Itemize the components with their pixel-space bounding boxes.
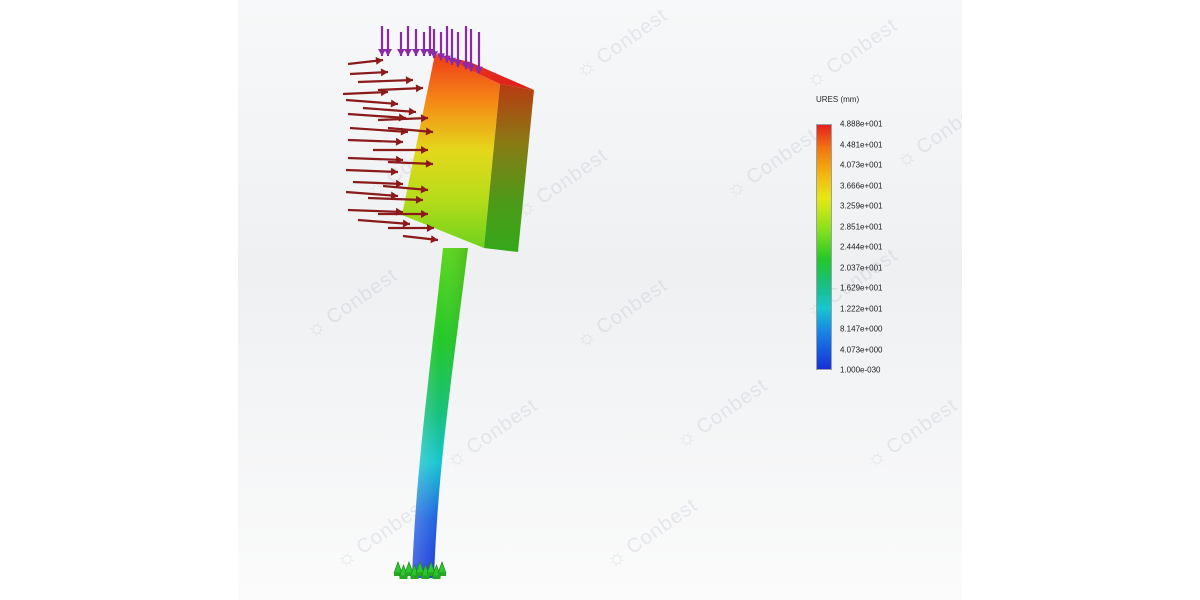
legend-title: URES (mm)	[816, 95, 860, 104]
pressure-arrow	[412, 29, 420, 56]
legend-tick: 2.444e+001	[840, 242, 883, 252]
legend-tick: 4.888e+001	[840, 119, 883, 129]
force-arrow	[357, 76, 414, 85]
fixture-base	[438, 573, 446, 576]
force-arrow	[388, 224, 434, 232]
legend-colorbar	[816, 124, 832, 370]
pressure-arrow	[467, 29, 475, 72]
legend-tick: 2.037e+001	[840, 263, 883, 272]
fixture-base	[421, 576, 430, 579]
force-arrow	[347, 56, 384, 66]
legend-tick: 3.259e+001	[840, 201, 883, 211]
legend-tick: 4.073e+001	[840, 160, 883, 170]
fixture-marker	[437, 560, 447, 574]
force-arrow	[357, 218, 411, 228]
force-arrow	[345, 98, 399, 108]
legend-tick: 1.000e-030	[840, 365, 881, 375]
legend-tick: 1.222e+001	[840, 304, 883, 313]
vertical-force-arrows[interactable]	[378, 26, 483, 74]
legend-tick: 1.629e+001	[840, 283, 883, 293]
pressure-arrow	[384, 29, 392, 56]
legend-tick: 4.481e+001	[840, 140, 883, 149]
fixture-marker	[404, 560, 414, 574]
fixture-base	[399, 576, 408, 579]
force-arrow	[377, 114, 429, 123]
legend-tick: 3.666e+001	[840, 181, 883, 190]
force-arrow	[347, 137, 404, 146]
force-arrow	[402, 234, 439, 244]
results-legend[interactable]: URES (mm) 4.888e+001 4.481e+001 4.073e+0…	[816, 95, 946, 385]
legend-tick: 2.851e+001	[840, 222, 883, 231]
legend-tick: 4.073e+000	[840, 345, 883, 354]
pressure-arrow	[397, 32, 405, 56]
pressure-arrow	[454, 32, 462, 67]
legend-tick: 8.147e+000	[840, 324, 883, 334]
pressure-arrow	[462, 26, 470, 70]
force-arrow	[349, 68, 389, 77]
pressure-arrow	[443, 26, 451, 63]
pressure-arrow	[475, 32, 483, 74]
force-arrow	[345, 167, 399, 176]
fixture-base	[432, 576, 441, 579]
fixture-marker	[393, 560, 403, 574]
pressure-arrow	[378, 26, 386, 56]
horizontal-force-arrows[interactable]	[342, 56, 439, 244]
pressure-arrow	[448, 29, 456, 65]
force-arrow	[362, 106, 417, 116]
pole-shading	[412, 248, 468, 578]
fixture-base	[410, 576, 419, 579]
graphics-viewport[interactable]: ☼Conbest☼Conbest☼Conbest☼Conbest☼Conbest…	[238, 0, 962, 600]
pressure-arrow	[404, 26, 412, 56]
force-arrow	[387, 159, 434, 168]
pressure-arrow	[420, 32, 428, 56]
